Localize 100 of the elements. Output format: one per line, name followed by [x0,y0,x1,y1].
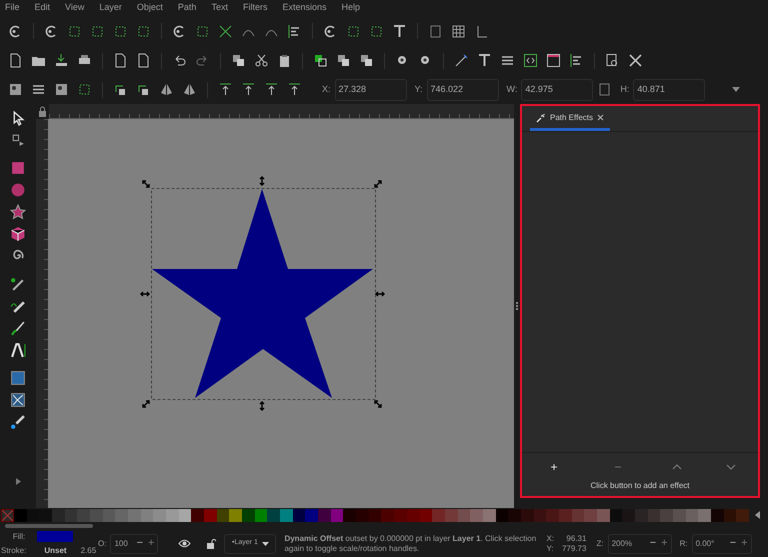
scale-handle-icon[interactable] [142,400,150,408]
image-icon[interactable] [8,82,23,97]
text-cursor-icon[interactable] [10,342,26,358]
panel-tab[interactable]: Path Effects [530,107,610,131]
color-swatch[interactable] [736,508,749,522]
color-swatch[interactable] [534,508,546,522]
color-swatch[interactable] [420,508,432,522]
number-field[interactable]: 27.328 [334,78,407,100]
pen-tool-icon[interactable] [10,276,26,292]
color-swatch[interactable] [305,508,318,522]
calligraphy-brush-icon[interactable] [10,320,26,336]
color-swatch[interactable] [648,508,660,522]
color-swatch[interactable] [546,508,559,522]
color-swatch[interactable] [64,508,78,522]
color-swatch[interactable] [343,508,356,522]
overlapping-squares-icon[interactable] [231,53,246,68]
panel-resize-handle-icon[interactable] [516,302,518,310]
raise-icon[interactable] [264,82,279,97]
download-icon[interactable] [54,53,69,68]
color-swatch[interactable] [128,508,141,522]
overlapping-squares-icon[interactable] [359,53,374,68]
color-swatch[interactable] [90,508,103,522]
color-swatch[interactable] [368,508,382,522]
color-swatch[interactable] [572,508,584,522]
text-tool-icon[interactable] [392,24,407,38]
square-outline-icon[interactable] [597,82,612,97]
color-swatch[interactable] [660,508,673,522]
color-swatch[interactable] [520,508,534,522]
move-up-chevron-icon[interactable] [672,464,682,470]
color-swatch[interactable] [77,508,90,522]
add-effect-button[interactable]: + [544,458,564,476]
overlapping-squares-icon[interactable] [336,53,351,68]
color-swatch[interactable] [610,508,622,522]
raise-icon[interactable] [287,82,302,97]
opacity-field[interactable]: 100 − + [110,534,158,554]
raise-icon[interactable] [241,82,256,97]
eye-icon[interactable] [178,539,192,548]
rotation-field[interactable]: 0.00° − + [692,534,752,554]
color-swatch[interactable] [229,508,242,522]
dropper-icon[interactable] [10,414,26,430]
decrement-button[interactable]: − [136,535,144,552]
crossed-lines-icon[interactable] [218,24,233,38]
color-swatch[interactable] [558,508,572,522]
mesh-icon[interactable] [10,392,26,408]
flip-icon[interactable] [159,82,174,97]
color-swatch[interactable] [166,508,179,522]
color-swatch[interactable] [39,508,52,522]
menu-item[interactable]: Filters [242,1,268,15]
color-swatch[interactable] [686,508,698,522]
clipboard-icon[interactable] [277,53,292,68]
color-swatch[interactable] [14,508,27,522]
dotted-square-icon[interactable] [369,24,384,38]
palette-menu-arrow-icon[interactable] [755,511,760,519]
color-swatch[interactable] [242,508,255,522]
page-icon[interactable] [136,53,151,68]
color-swatch[interactable] [292,508,306,522]
color-swatch[interactable] [178,508,192,522]
scissors-icon[interactable] [254,53,269,68]
dotted-square-icon[interactable] [113,24,128,38]
scale-handle-icon[interactable] [140,291,150,297]
page-icon[interactable] [113,53,128,68]
stacked-lines-icon[interactable] [500,53,515,68]
color-swatch[interactable] [267,508,280,522]
text-tool-icon[interactable] [477,53,492,68]
color-swatch[interactable] [584,508,597,522]
unlocked-padlock-icon[interactable] [207,538,216,548]
square-icon[interactable] [10,160,26,176]
code-window-icon[interactable] [523,53,538,68]
menu-item[interactable]: Extensions [282,1,326,15]
decrement-button[interactable]: − [730,535,736,552]
increment-button[interactable]: + [661,535,668,552]
scale-handle-icon[interactable] [374,400,382,408]
color-swatch[interactable] [458,508,470,522]
color-swatch[interactable] [432,508,445,522]
menu-item[interactable]: Object [136,1,163,15]
zoom-field[interactable]: 200% − + [608,534,672,554]
color-swatch[interactable] [634,508,648,522]
dotted-square-icon[interactable] [136,24,151,38]
color-swatch[interactable] [191,508,204,522]
remove-effect-button[interactable]: − [608,458,628,476]
menu-item[interactable]: Text [211,1,228,15]
decrement-button[interactable]: − [650,535,656,552]
menu-item[interactable]: File [5,1,20,15]
dotted-square-icon[interactable] [346,24,361,38]
color-swatch[interactable] [254,508,268,522]
pen-icon[interactable] [454,53,469,68]
number-field[interactable]: 42.975 [521,78,594,100]
dotted-square-icon[interactable] [195,24,210,38]
color-swatch[interactable] [318,508,331,522]
align-left-icon[interactable] [287,24,302,38]
color-swatch[interactable] [596,508,610,522]
color-swatch[interactable] [102,508,116,522]
stacked-lines-icon[interactable] [31,82,46,97]
color-swatch[interactable] [698,508,711,522]
dotted-square-icon[interactable] [67,24,82,38]
color-swatch[interactable] [52,508,65,522]
overlapping-squares-icon[interactable] [313,53,328,68]
scale-handle-icon[interactable] [375,291,385,297]
color-swatch[interactable] [622,508,635,522]
color-swatch[interactable] [470,508,483,522]
